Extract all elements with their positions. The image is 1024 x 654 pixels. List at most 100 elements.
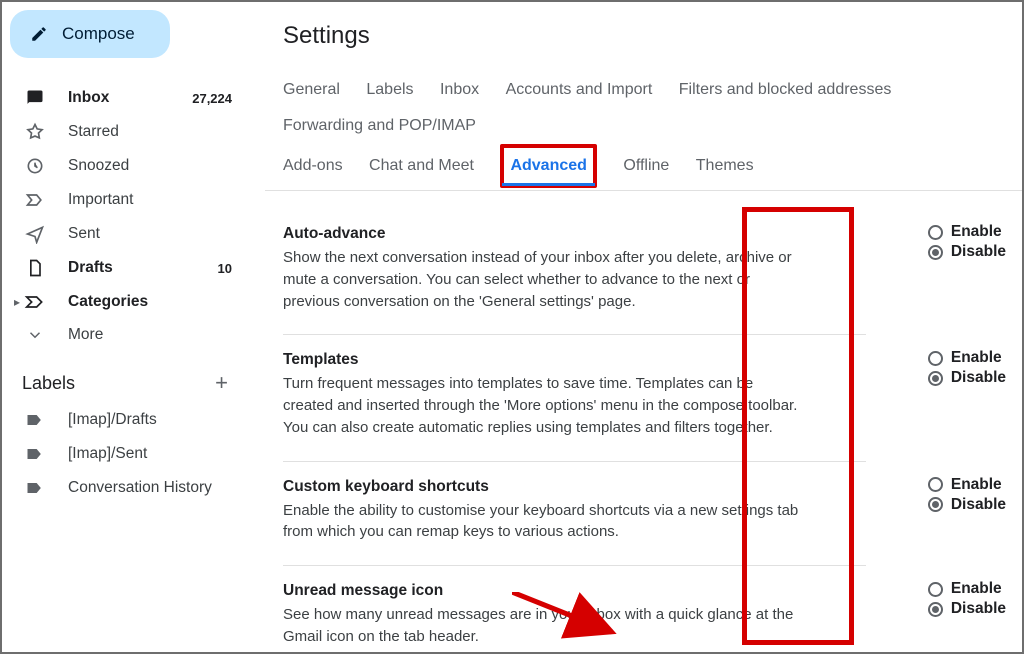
- label-item[interactable]: [Imap]/Sent: [10, 438, 244, 470]
- disable-option[interactable]: Disable: [928, 243, 1006, 261]
- tab-inbox[interactable]: Inbox: [440, 72, 479, 108]
- sidebar-item-starred[interactable]: Starred: [10, 116, 244, 148]
- enable-label: Enable: [951, 349, 1002, 367]
- nav-label: Categories: [68, 293, 236, 311]
- add-label-button[interactable]: +: [215, 370, 228, 396]
- feature-desc: Turn frequent messages into templates to…: [283, 373, 803, 438]
- nav-label: Important: [68, 191, 236, 209]
- nav-label: Starred: [68, 123, 236, 141]
- label-text: Conversation History: [68, 479, 236, 497]
- feature-options: Enable Disable: [928, 580, 1006, 620]
- feature-unread-icon: Unread message icon See how many unread …: [283, 566, 866, 652]
- star-icon: [24, 122, 46, 142]
- important-icon: [24, 190, 46, 210]
- enable-option[interactable]: Enable: [928, 349, 1006, 367]
- feature-title: Unread message icon: [283, 582, 866, 600]
- radio-icon: [928, 245, 943, 260]
- sidebar-item-more[interactable]: More: [10, 320, 244, 350]
- disable-label: Disable: [951, 369, 1006, 387]
- caret-right-icon: ▸: [14, 295, 20, 309]
- feature-templates: Templates Turn frequent messages into te…: [283, 335, 866, 461]
- tabs-row2: Add-ons Chat and Meet Advanced Offline T…: [283, 144, 1022, 188]
- tab-labels[interactable]: Labels: [366, 72, 413, 108]
- feature-keyboard-shortcuts: Custom keyboard shortcuts Enable the abi…: [283, 462, 866, 567]
- disable-option[interactable]: Disable: [928, 369, 1006, 387]
- labels-header: Labels +: [10, 360, 244, 404]
- label-item[interactable]: Conversation History: [10, 472, 244, 504]
- tab-forwarding[interactable]: Forwarding and POP/IMAP: [283, 108, 476, 144]
- nav-list: Inbox 27,224 Starred Snoozed Important: [10, 82, 244, 350]
- page-title: Settings: [283, 22, 1022, 50]
- inbox-icon: [24, 88, 46, 108]
- tab-themes[interactable]: Themes: [696, 148, 754, 184]
- sent-icon: [24, 224, 46, 244]
- enable-label: Enable: [951, 223, 1002, 241]
- compose-label: Compose: [62, 24, 135, 44]
- sidebar-item-snoozed[interactable]: Snoozed: [10, 150, 244, 182]
- enable-option[interactable]: Enable: [928, 223, 1006, 241]
- tab-addons[interactable]: Add-ons: [283, 148, 343, 184]
- enable-option[interactable]: Enable: [928, 476, 1006, 494]
- sidebar-item-drafts[interactable]: Drafts 10: [10, 252, 244, 284]
- labels-list: [Imap]/Drafts [Imap]/Sent Conversation H…: [10, 404, 244, 504]
- radio-icon: [928, 582, 943, 597]
- nav-label: Snoozed: [68, 157, 236, 175]
- sidebar: Compose Inbox 27,224 Starred Snoozed: [2, 2, 252, 652]
- tab-general[interactable]: General: [283, 72, 340, 108]
- label-text: [Imap]/Sent: [68, 445, 236, 463]
- sidebar-item-sent[interactable]: Sent: [10, 218, 244, 250]
- file-icon: [24, 258, 46, 278]
- disable-label: Disable: [951, 496, 1006, 514]
- feature-title: Custom keyboard shortcuts: [283, 478, 866, 496]
- feature-title: Templates: [283, 351, 866, 369]
- chevron-down-icon: [24, 326, 46, 344]
- feature-desc: See how many unread messages are in your…: [283, 604, 803, 648]
- label-text: [Imap]/Drafts: [68, 411, 236, 429]
- tag-icon: [24, 478, 46, 498]
- radio-icon: [928, 477, 943, 492]
- feature-desc: Enable the ability to customise your key…: [283, 500, 803, 544]
- pencil-icon: [30, 25, 48, 43]
- nav-label: Sent: [68, 225, 236, 243]
- radio-icon: [928, 371, 943, 386]
- tab-accounts[interactable]: Accounts and Import: [506, 72, 653, 108]
- disable-option[interactable]: Disable: [928, 496, 1006, 514]
- settings-tabs: General Labels Inbox Accounts and Import…: [265, 72, 1022, 188]
- tab-filters[interactable]: Filters and blocked addresses: [679, 72, 892, 108]
- nav-count: 10: [218, 261, 232, 276]
- sidebar-item-categories[interactable]: ▸ Categories: [10, 286, 244, 318]
- nav-label: Drafts: [68, 259, 196, 277]
- feature-options: Enable Disable: [928, 476, 1006, 516]
- enable-option[interactable]: Enable: [928, 580, 1006, 598]
- tabs-row1: General Labels Inbox Accounts and Import…: [283, 72, 1022, 144]
- label-item[interactable]: [Imap]/Drafts: [10, 404, 244, 436]
- main: Settings General Labels Inbox Accounts a…: [265, 2, 1022, 652]
- disable-label: Disable: [951, 243, 1006, 261]
- enable-label: Enable: [951, 580, 1002, 598]
- feature-auto-advance: Auto-advance Show the next conversation …: [283, 209, 866, 335]
- tag-icon: [24, 410, 46, 430]
- sidebar-item-important[interactable]: Important: [10, 184, 244, 216]
- advanced-features: Auto-advance Show the next conversation …: [265, 191, 1022, 652]
- disable-label: Disable: [951, 600, 1006, 618]
- feature-title: Auto-advance: [283, 225, 866, 243]
- compose-button[interactable]: Compose: [10, 10, 170, 58]
- nav-count: 27,224: [192, 91, 232, 106]
- sidebar-item-inbox[interactable]: Inbox 27,224: [10, 82, 244, 114]
- radio-icon: [928, 351, 943, 366]
- tag-icon: [24, 444, 46, 464]
- clock-icon: [24, 156, 46, 176]
- tab-offline[interactable]: Offline: [623, 148, 669, 184]
- feature-desc: Show the next conversation instead of yo…: [283, 247, 803, 312]
- tab-chat[interactable]: Chat and Meet: [369, 148, 474, 184]
- feature-options: Enable Disable: [928, 223, 1006, 263]
- nav-label: Inbox: [68, 89, 170, 107]
- disable-option[interactable]: Disable: [928, 600, 1006, 618]
- feature-options: Enable Disable: [928, 349, 1006, 389]
- radio-icon: [928, 497, 943, 512]
- tab-advanced[interactable]: Advanced: [500, 144, 596, 188]
- radio-icon: [928, 225, 943, 240]
- labels-title: Labels: [22, 373, 75, 394]
- enable-label: Enable: [951, 476, 1002, 494]
- nav-label: More: [68, 326, 236, 344]
